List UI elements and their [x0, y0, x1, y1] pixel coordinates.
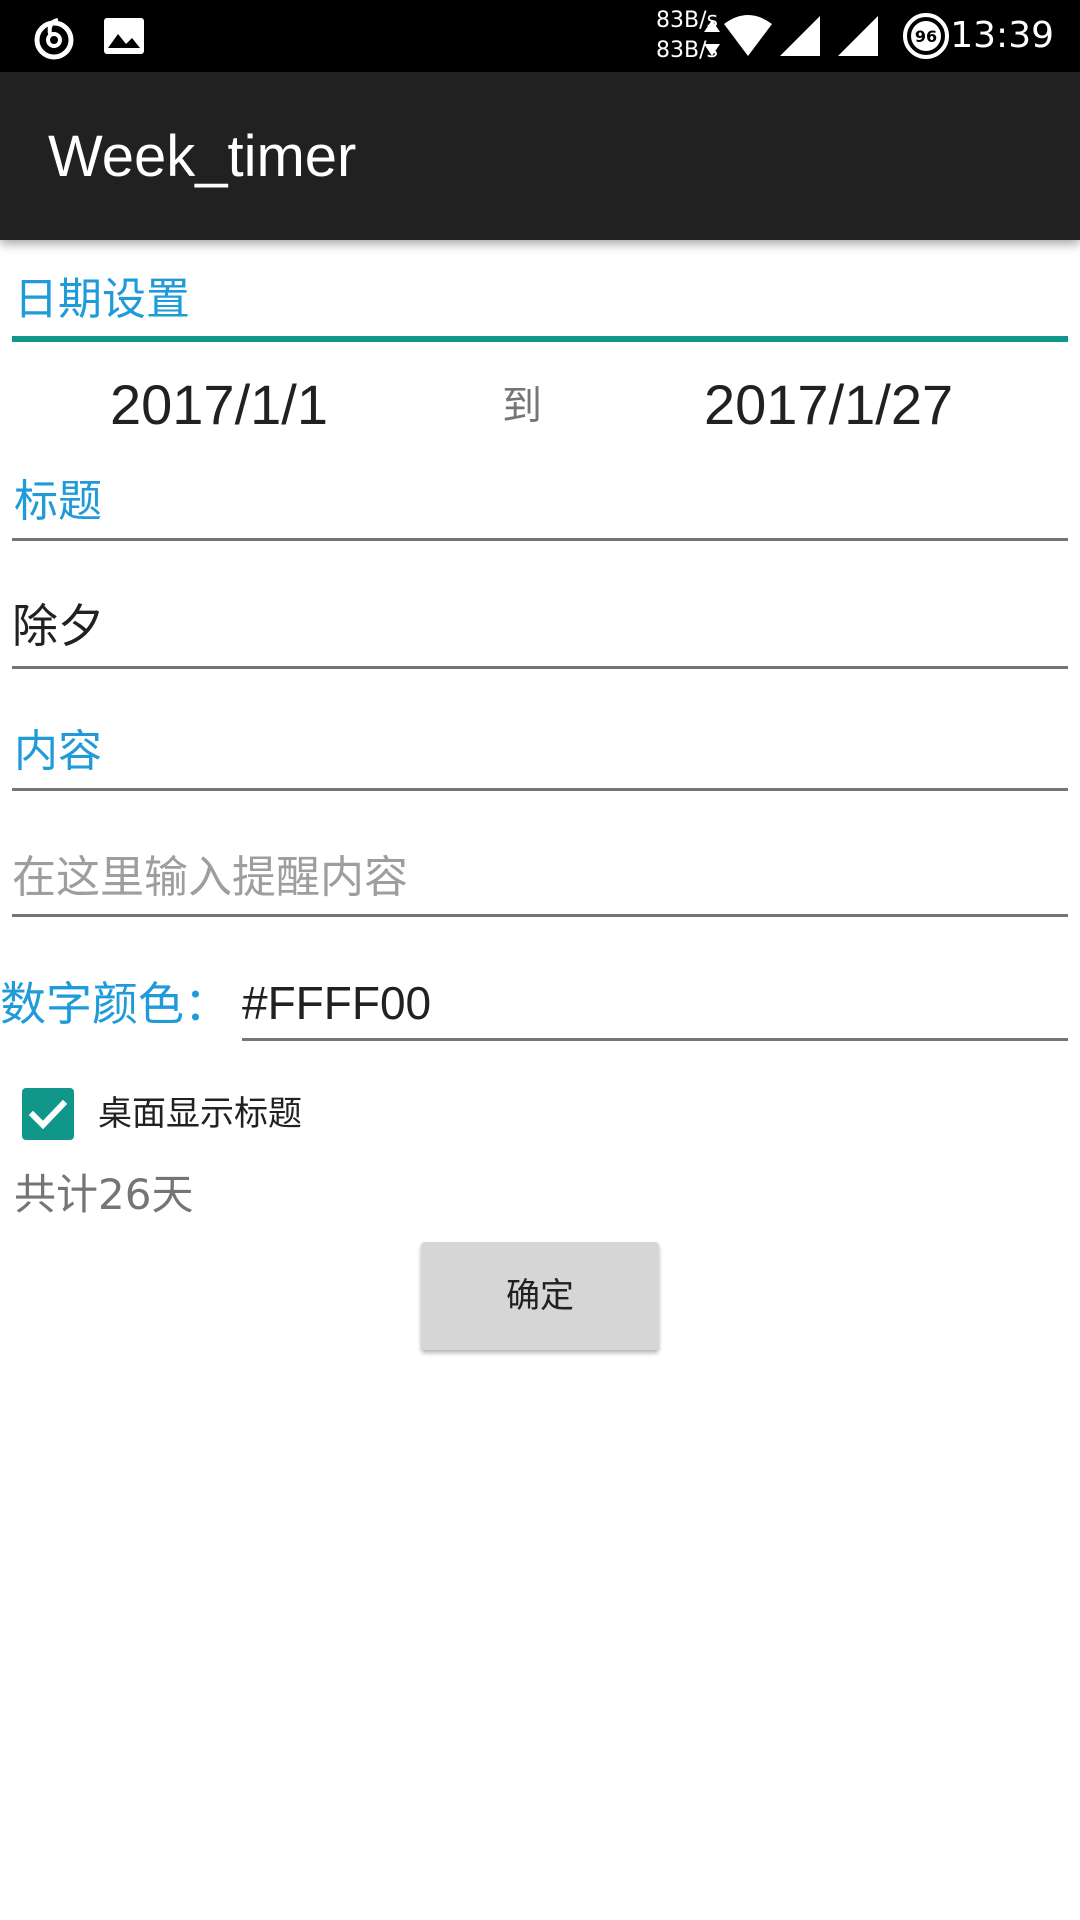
clock: 13:39 — [950, 15, 1054, 56]
signal-icon — [836, 14, 880, 58]
title-input[interactable]: 除夕 — [12, 594, 1068, 669]
content-input[interactable]: 在这里输入提醒内容 — [12, 846, 1068, 917]
content-label-divider — [12, 788, 1068, 791]
netease-music-icon — [30, 14, 78, 62]
number-color-label: 数字颜色： — [0, 977, 230, 1031]
number-color-input[interactable]: #FFFF00 — [242, 972, 1068, 1041]
title-label: 标题 — [14, 476, 102, 527]
screen: 83B/s 83B/s 96 13:39 Week_timer 日期设置 201… — [0, 0, 1080, 1920]
end-date-picker[interactable]: 2017/1/27 — [704, 370, 953, 440]
app-title: Week_timer — [48, 124, 357, 189]
wifi-icon — [722, 14, 774, 58]
date-settings-divider — [12, 336, 1068, 342]
start-date-picker[interactable]: 2017/1/1 — [110, 370, 328, 440]
signal-icon — [778, 14, 822, 58]
battery-level: 96 — [915, 27, 937, 46]
status-bar: 83B/s 83B/s 96 13:39 — [0, 0, 1080, 72]
image-icon — [102, 16, 146, 56]
date-range-separator: 到 — [502, 383, 542, 429]
title-label-divider — [12, 538, 1068, 541]
app-bar: Week_timer — [0, 72, 1080, 240]
total-days-text: 共计26天 — [14, 1170, 194, 1219]
confirm-button[interactable]: 确定 — [421, 1242, 659, 1350]
checkmark-icon — [28, 1099, 68, 1130]
show-title-checkbox-label[interactable]: 桌面显示标题 — [98, 1090, 302, 1138]
battery-icon: 96 — [902, 12, 950, 60]
data-arrows-icon — [702, 14, 722, 62]
content-label: 内容 — [14, 726, 102, 777]
show-title-checkbox[interactable] — [22, 1088, 74, 1140]
date-settings-label: 日期设置 — [14, 274, 190, 325]
